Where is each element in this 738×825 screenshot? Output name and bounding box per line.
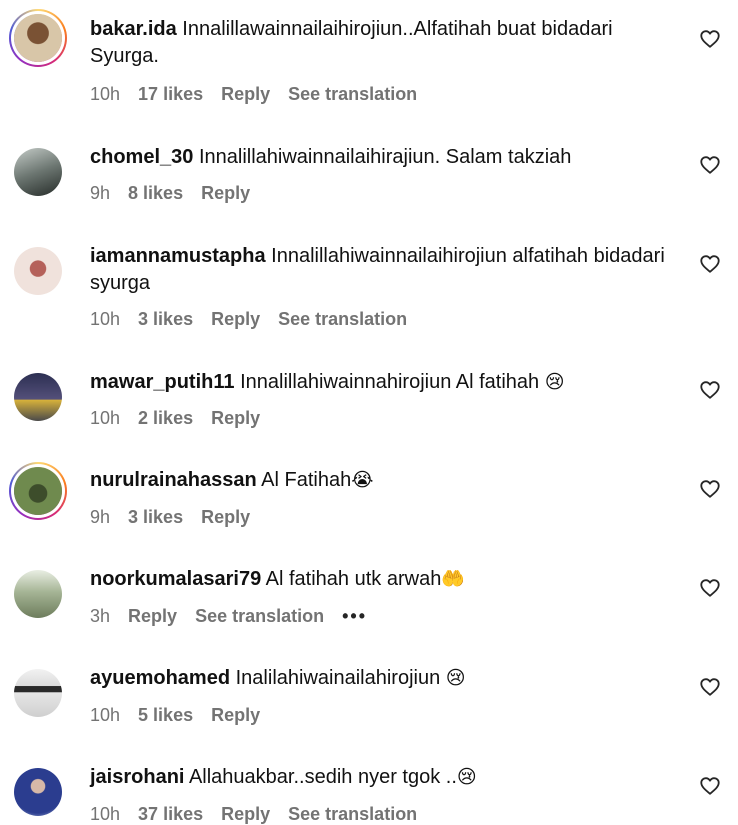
comment-time[interactable]: 10h [90,804,120,825]
see-translation-button[interactable]: See translation [288,804,417,825]
comment-text: Innalillahiwainnailaihirajiun. Salam tak… [198,146,572,168]
avatar [14,467,62,515]
comment-text: Innalillahiwainnahirojiun Al fatihah [240,371,540,393]
comment-body: noorkumalasari79 Al fatihah utk arwah🤲 [90,566,680,593]
comment-text: Al fatihah utk arwah [265,568,442,590]
comment-time[interactable]: 10h [90,309,120,330]
comment-meta: 3h Reply See translation ••• [90,606,367,627]
reply-button[interactable]: Reply [201,507,250,528]
comment-meta: 10h 5 likes Reply [90,705,260,726]
avatar [14,669,62,717]
reply-button[interactable]: Reply [221,84,270,105]
comment-likes[interactable]: 3 likes [128,507,183,528]
avatar [14,570,62,618]
reply-button[interactable]: Reply [128,606,177,627]
avatar-story-ring[interactable] [9,9,67,67]
comment-username[interactable]: nurulrainahassan [90,469,257,491]
comment-time[interactable]: 9h [90,183,110,204]
palms-up-emoji: 🤲 [441,568,465,590]
comment-username[interactable]: bakar.ida [90,18,177,40]
avatar-wrap[interactable] [9,242,67,300]
comment-meta: 9h 3 likes Reply [90,507,250,528]
heart-icon[interactable] [699,379,721,401]
comment-username[interactable]: iamannamustapha [90,245,266,267]
avatar-story-ring[interactable] [9,462,67,520]
comment-meta: 9h 8 likes Reply [90,183,250,204]
crying-face-emoji: 😢 [445,667,466,689]
comment-likes[interactable]: 5 likes [138,705,193,726]
heart-icon[interactable] [699,577,721,599]
comment-body: mawar_putih11 Innalillahiwainnahirojiun … [90,369,680,396]
avatar-wrap[interactable] [9,368,67,426]
comment-username[interactable]: chomel_30 [90,146,193,168]
comment-username[interactable]: noorkumalasari79 [90,568,261,590]
heart-icon[interactable] [699,28,721,50]
see-translation-button[interactable]: See translation [195,606,324,627]
comment-body: bakar.ida Innalillawainnailaihirojiun..A… [90,16,680,70]
comment-meta: 10h 17 likes Reply See translation [90,84,417,105]
comment-likes[interactable]: 17 likes [138,84,203,105]
avatar [14,148,62,196]
crying-face-emoji: 😢 [544,371,565,393]
comment-time[interactable]: 10h [90,705,120,726]
reply-button[interactable]: Reply [211,309,260,330]
more-options-icon[interactable]: ••• [342,606,367,627]
avatar-wrap[interactable] [9,565,67,623]
comment-meta: 10h 2 likes Reply [90,408,260,429]
comment-body: iamannamustapha Innalillahiwainnailaihir… [90,243,680,297]
comment-time[interactable]: 9h [90,507,110,528]
avatar [14,373,62,421]
reply-button[interactable]: Reply [201,183,250,204]
heart-icon[interactable] [699,253,721,275]
comment-text: Inalilahiwainailahirojiun [235,667,441,689]
avatar [14,247,62,295]
comment-body: chomel_30 Innalillahiwainnailaihirajiun.… [90,144,680,171]
heart-icon[interactable] [699,775,721,797]
heart-icon[interactable] [699,478,721,500]
comment-username[interactable]: mawar_putih11 [90,371,235,393]
comment-text: Al Fatihah [261,469,352,491]
avatar [14,14,62,62]
heart-icon[interactable] [699,676,721,698]
loudly-crying-face-emoji: 😭 [351,469,374,491]
comment-likes[interactable]: 37 likes [138,804,203,825]
crying-face-emoji: 😢 [456,766,477,788]
comment-meta: 10h 37 likes Reply See translation [90,804,417,825]
comment-username[interactable]: jaisrohani [90,766,184,788]
comment-meta: 10h 3 likes Reply See translation [90,309,407,330]
comment-body: nurulrainahassan Al Fatihah😭 [90,467,680,494]
heart-icon[interactable] [699,154,721,176]
comment-likes[interactable]: 2 likes [138,408,193,429]
comment-body: jaisrohani Allahuakbar..sedih nyer tgok … [90,764,680,791]
comment-text: Allahuakbar..sedih nyer tgok .. [188,766,457,788]
comment-body: ayuemohamed Inalilahiwainailahirojiun 😢 [90,665,680,692]
comment-time[interactable]: 10h [90,84,120,105]
avatar-wrap[interactable] [9,143,67,201]
avatar-wrap[interactable] [9,664,67,722]
see-translation-button[interactable]: See translation [278,309,407,330]
see-translation-button[interactable]: See translation [288,84,417,105]
comment-likes[interactable]: 3 likes [138,309,193,330]
reply-button[interactable]: Reply [221,804,270,825]
comment-time[interactable]: 3h [90,606,110,627]
reply-button[interactable]: Reply [211,408,260,429]
comment-username[interactable]: ayuemohamed [90,667,230,689]
comment-time[interactable]: 10h [90,408,120,429]
avatar-wrap[interactable] [9,763,67,821]
avatar [14,768,62,816]
comment-likes[interactable]: 8 likes [128,183,183,204]
reply-button[interactable]: Reply [211,705,260,726]
